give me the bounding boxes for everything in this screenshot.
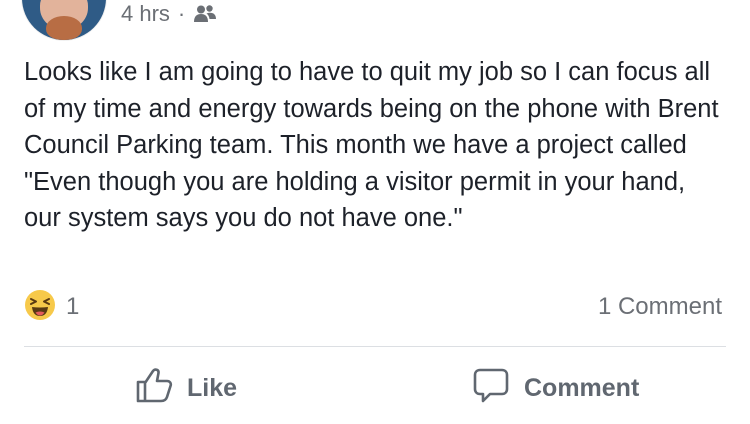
speech-bubble-icon xyxy=(472,366,524,411)
comment-button[interactable]: Comment xyxy=(472,368,639,408)
laughing-emoji-icon xyxy=(24,289,56,326)
reactions-summary[interactable]: 1 xyxy=(24,289,79,325)
post-meta: 4 hrs · xyxy=(121,0,217,28)
like-label: Like xyxy=(187,373,238,402)
comment-label: Comment xyxy=(524,373,640,402)
reaction-count: 1 xyxy=(66,293,80,320)
post-text: Looks like I am going to have to quit my… xyxy=(24,58,719,233)
divider xyxy=(24,346,726,347)
avatar-beard xyxy=(46,16,82,40)
thumbs-up-icon xyxy=(135,366,187,411)
meta-separator: · xyxy=(177,1,186,26)
avatar[interactable] xyxy=(22,0,106,40)
friends-icon[interactable] xyxy=(193,4,217,24)
post-timestamp[interactable]: 4 hrs xyxy=(121,1,170,27)
like-button[interactable]: Like xyxy=(135,366,238,411)
comments-count[interactable]: 1 Comment xyxy=(598,289,722,325)
